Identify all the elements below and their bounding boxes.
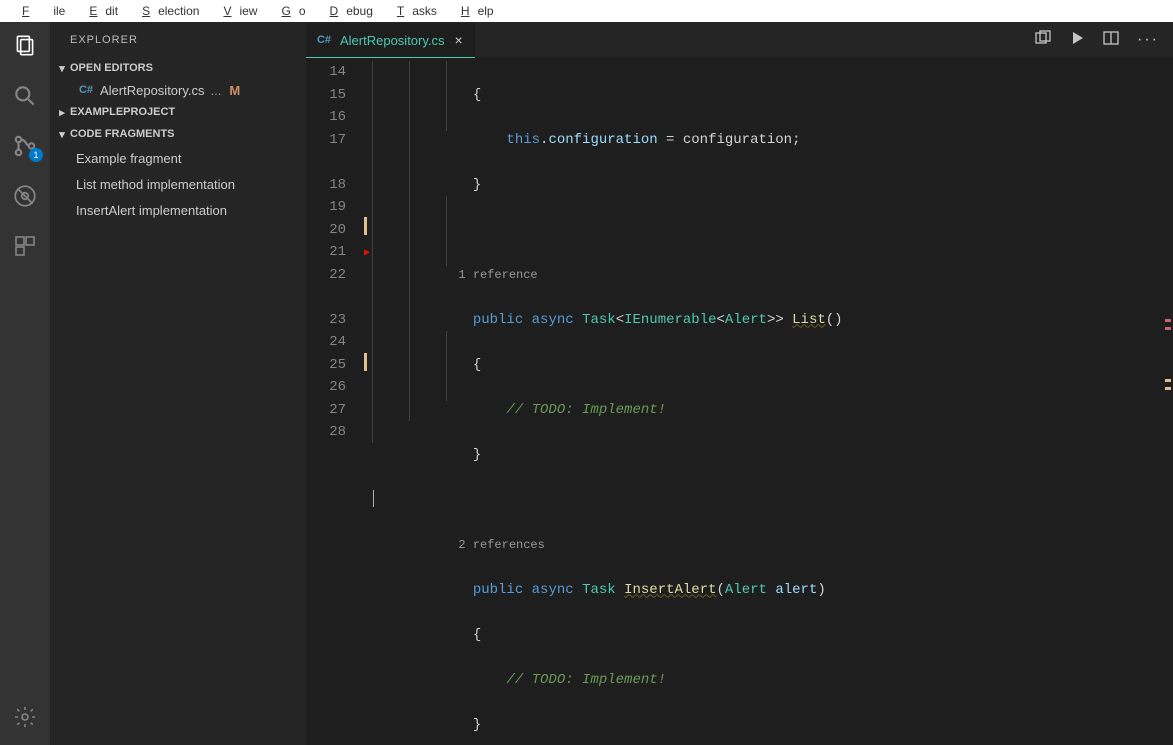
- chevron-down-icon: ▾: [54, 62, 70, 75]
- code-editor[interactable]: 14 15 16 17 18 19 20 21 22 23 24 25 26 2…: [306, 57, 1173, 745]
- split-editor-icon[interactable]: [1103, 30, 1119, 49]
- project-label: EXAMPLEPROJECT: [70, 106, 175, 118]
- editor-actions: ···: [1035, 22, 1173, 57]
- source-control-icon[interactable]: 1: [11, 132, 39, 160]
- open-editor-file[interactable]: C# AlertRepository.cs ... M: [50, 79, 306, 101]
- open-editor-filename: AlertRepository.cs: [100, 83, 205, 98]
- menu-file[interactable]: File: [6, 2, 73, 20]
- minimap[interactable]: [1155, 57, 1173, 745]
- search-icon[interactable]: [11, 82, 39, 110]
- debug-icon[interactable]: [11, 182, 39, 210]
- explorer-icon[interactable]: [11, 32, 39, 60]
- breakpoint-icon: ▶: [364, 243, 370, 266]
- menu-tasks[interactable]: Tasks: [381, 2, 445, 20]
- menu-bar: File Edit Selection View Go Debug Tasks …: [0, 0, 1173, 22]
- modified-indicator: M: [227, 83, 240, 98]
- fragment-label: List method implementation: [76, 177, 235, 192]
- settings-gear-icon[interactable]: [11, 703, 39, 731]
- menu-selection[interactable]: Selection: [126, 2, 207, 20]
- menu-edit[interactable]: Edit: [73, 2, 126, 20]
- menu-help[interactable]: Help: [445, 2, 502, 20]
- tab-filename: AlertRepository.cs: [340, 33, 445, 48]
- open-editor-suffix: ...: [211, 83, 222, 98]
- explorer-sidebar: EXPLORER ▾ OPEN EDITORS C# AlertReposito…: [50, 22, 306, 745]
- editor-tab[interactable]: C# AlertRepository.cs ×: [306, 22, 475, 57]
- more-actions-icon[interactable]: ···: [1137, 31, 1159, 49]
- text-cursor: [373, 490, 374, 507]
- line-number-gutter: 14 15 16 17 18 19 20 21 22 23 24 25 26 2…: [306, 57, 364, 745]
- menu-view[interactable]: View: [207, 2, 265, 20]
- codelens[interactable]: 1 reference: [372, 264, 1155, 287]
- tab-bar: C# AlertRepository.cs × ···: [306, 22, 1173, 57]
- open-editors-header[interactable]: ▾ OPEN EDITORS: [50, 57, 306, 79]
- codelens[interactable]: 2 references: [372, 534, 1155, 557]
- fragment-label: InsertAlert implementation: [76, 203, 227, 218]
- csharp-file-icon: C#: [78, 82, 94, 98]
- close-icon[interactable]: ×: [453, 32, 465, 48]
- fragment-label: Example fragment: [76, 151, 182, 166]
- sidebar-title: EXPLORER: [50, 22, 306, 57]
- scm-badge: 1: [29, 148, 43, 162]
- csharp-file-icon: C#: [316, 32, 332, 48]
- code-content[interactable]: { this.configuration = configuration; } …: [372, 57, 1155, 745]
- menu-debug[interactable]: Debug: [314, 2, 381, 20]
- extensions-icon[interactable]: [11, 232, 39, 260]
- chevron-down-icon: ▾: [54, 128, 70, 141]
- gutter-decorations: ▶: [364, 57, 372, 745]
- menu-go[interactable]: Go: [265, 2, 313, 20]
- project-header[interactable]: ▸ EXAMPLEPROJECT: [50, 101, 306, 123]
- code-fragments-header[interactable]: ▾ CODE FRAGMENTS: [50, 123, 306, 145]
- fragment-item[interactable]: List method implementation: [50, 171, 306, 197]
- editor-group: C# AlertRepository.cs × ···: [306, 22, 1173, 745]
- chevron-right-icon: ▸: [54, 106, 70, 119]
- activity-bar: 1: [0, 22, 50, 745]
- run-icon[interactable]: [1069, 30, 1085, 49]
- code-fragments-label: CODE FRAGMENTS: [70, 128, 175, 140]
- fragment-item[interactable]: InsertAlert implementation: [50, 197, 306, 223]
- compare-changes-icon[interactable]: [1035, 30, 1051, 49]
- open-editors-label: OPEN EDITORS: [70, 62, 153, 74]
- fragment-item[interactable]: Example fragment: [50, 145, 306, 171]
